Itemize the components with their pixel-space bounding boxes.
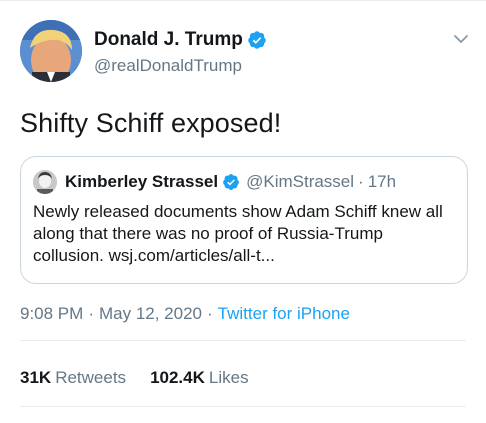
quoted-author-handle: @KimStrassel bbox=[246, 172, 355, 191]
retweets-count: 31K bbox=[20, 368, 52, 387]
tweet-header: Donald J. Trump @realDonaldTrump bbox=[20, 20, 470, 84]
tweet-source-link[interactable]: Twitter for iPhone bbox=[218, 304, 350, 323]
verified-badge-icon bbox=[247, 30, 267, 50]
quoted-tweet-text: Newly released documents show Adam Schif… bbox=[33, 202, 443, 265]
separator-dot: · bbox=[207, 304, 213, 323]
author-handle[interactable]: @realDonaldTrump bbox=[94, 56, 267, 76]
retweets-stat[interactable]: 31K Retweets bbox=[20, 368, 126, 388]
profile-photo-icon bbox=[20, 20, 82, 82]
quoted-author-name: Kimberley Strassel bbox=[65, 172, 219, 191]
tweet-time[interactable]: 9:08 PM bbox=[20, 304, 83, 323]
avatar[interactable] bbox=[20, 20, 82, 82]
verified-badge-icon bbox=[222, 173, 240, 191]
quoted-tweet[interactable]: Kimberley Strassel @KimStrassel · 17h Ne… bbox=[20, 156, 468, 284]
author-names: Donald J. Trump @realDonaldTrump bbox=[94, 28, 267, 76]
top-divider bbox=[0, 0, 486, 1]
divider bbox=[20, 406, 466, 407]
tweet-text: Shifty Schiff exposed! bbox=[20, 108, 282, 138]
quoted-avatar bbox=[33, 170, 57, 194]
separator-dot: · bbox=[88, 304, 94, 323]
tweet-meta: 9:08 PM · May 12, 2020 · Twitter for iPhone bbox=[20, 304, 350, 324]
author-display-name[interactable]: Donald J. Trump bbox=[94, 29, 243, 51]
quoted-tweet-header: Kimberley Strassel @KimStrassel · 17h bbox=[33, 169, 396, 195]
separator-dot: · bbox=[358, 172, 364, 191]
chevron-down-icon[interactable] bbox=[452, 30, 470, 48]
tweet-date[interactable]: May 12, 2020 bbox=[99, 304, 202, 323]
likes-stat[interactable]: 102.4K Likes bbox=[150, 368, 249, 388]
likes-label: Likes bbox=[208, 368, 249, 387]
display-name-row: Donald J. Trump bbox=[94, 28, 267, 52]
quoted-profile-photo-icon bbox=[33, 170, 57, 194]
quoted-timestamp: 17h bbox=[367, 172, 397, 191]
likes-count: 102.4K bbox=[150, 368, 205, 387]
tweet-stats: 31K Retweets 102.4K Likes bbox=[20, 368, 273, 388]
divider bbox=[20, 340, 466, 341]
retweets-label: Retweets bbox=[55, 368, 127, 387]
